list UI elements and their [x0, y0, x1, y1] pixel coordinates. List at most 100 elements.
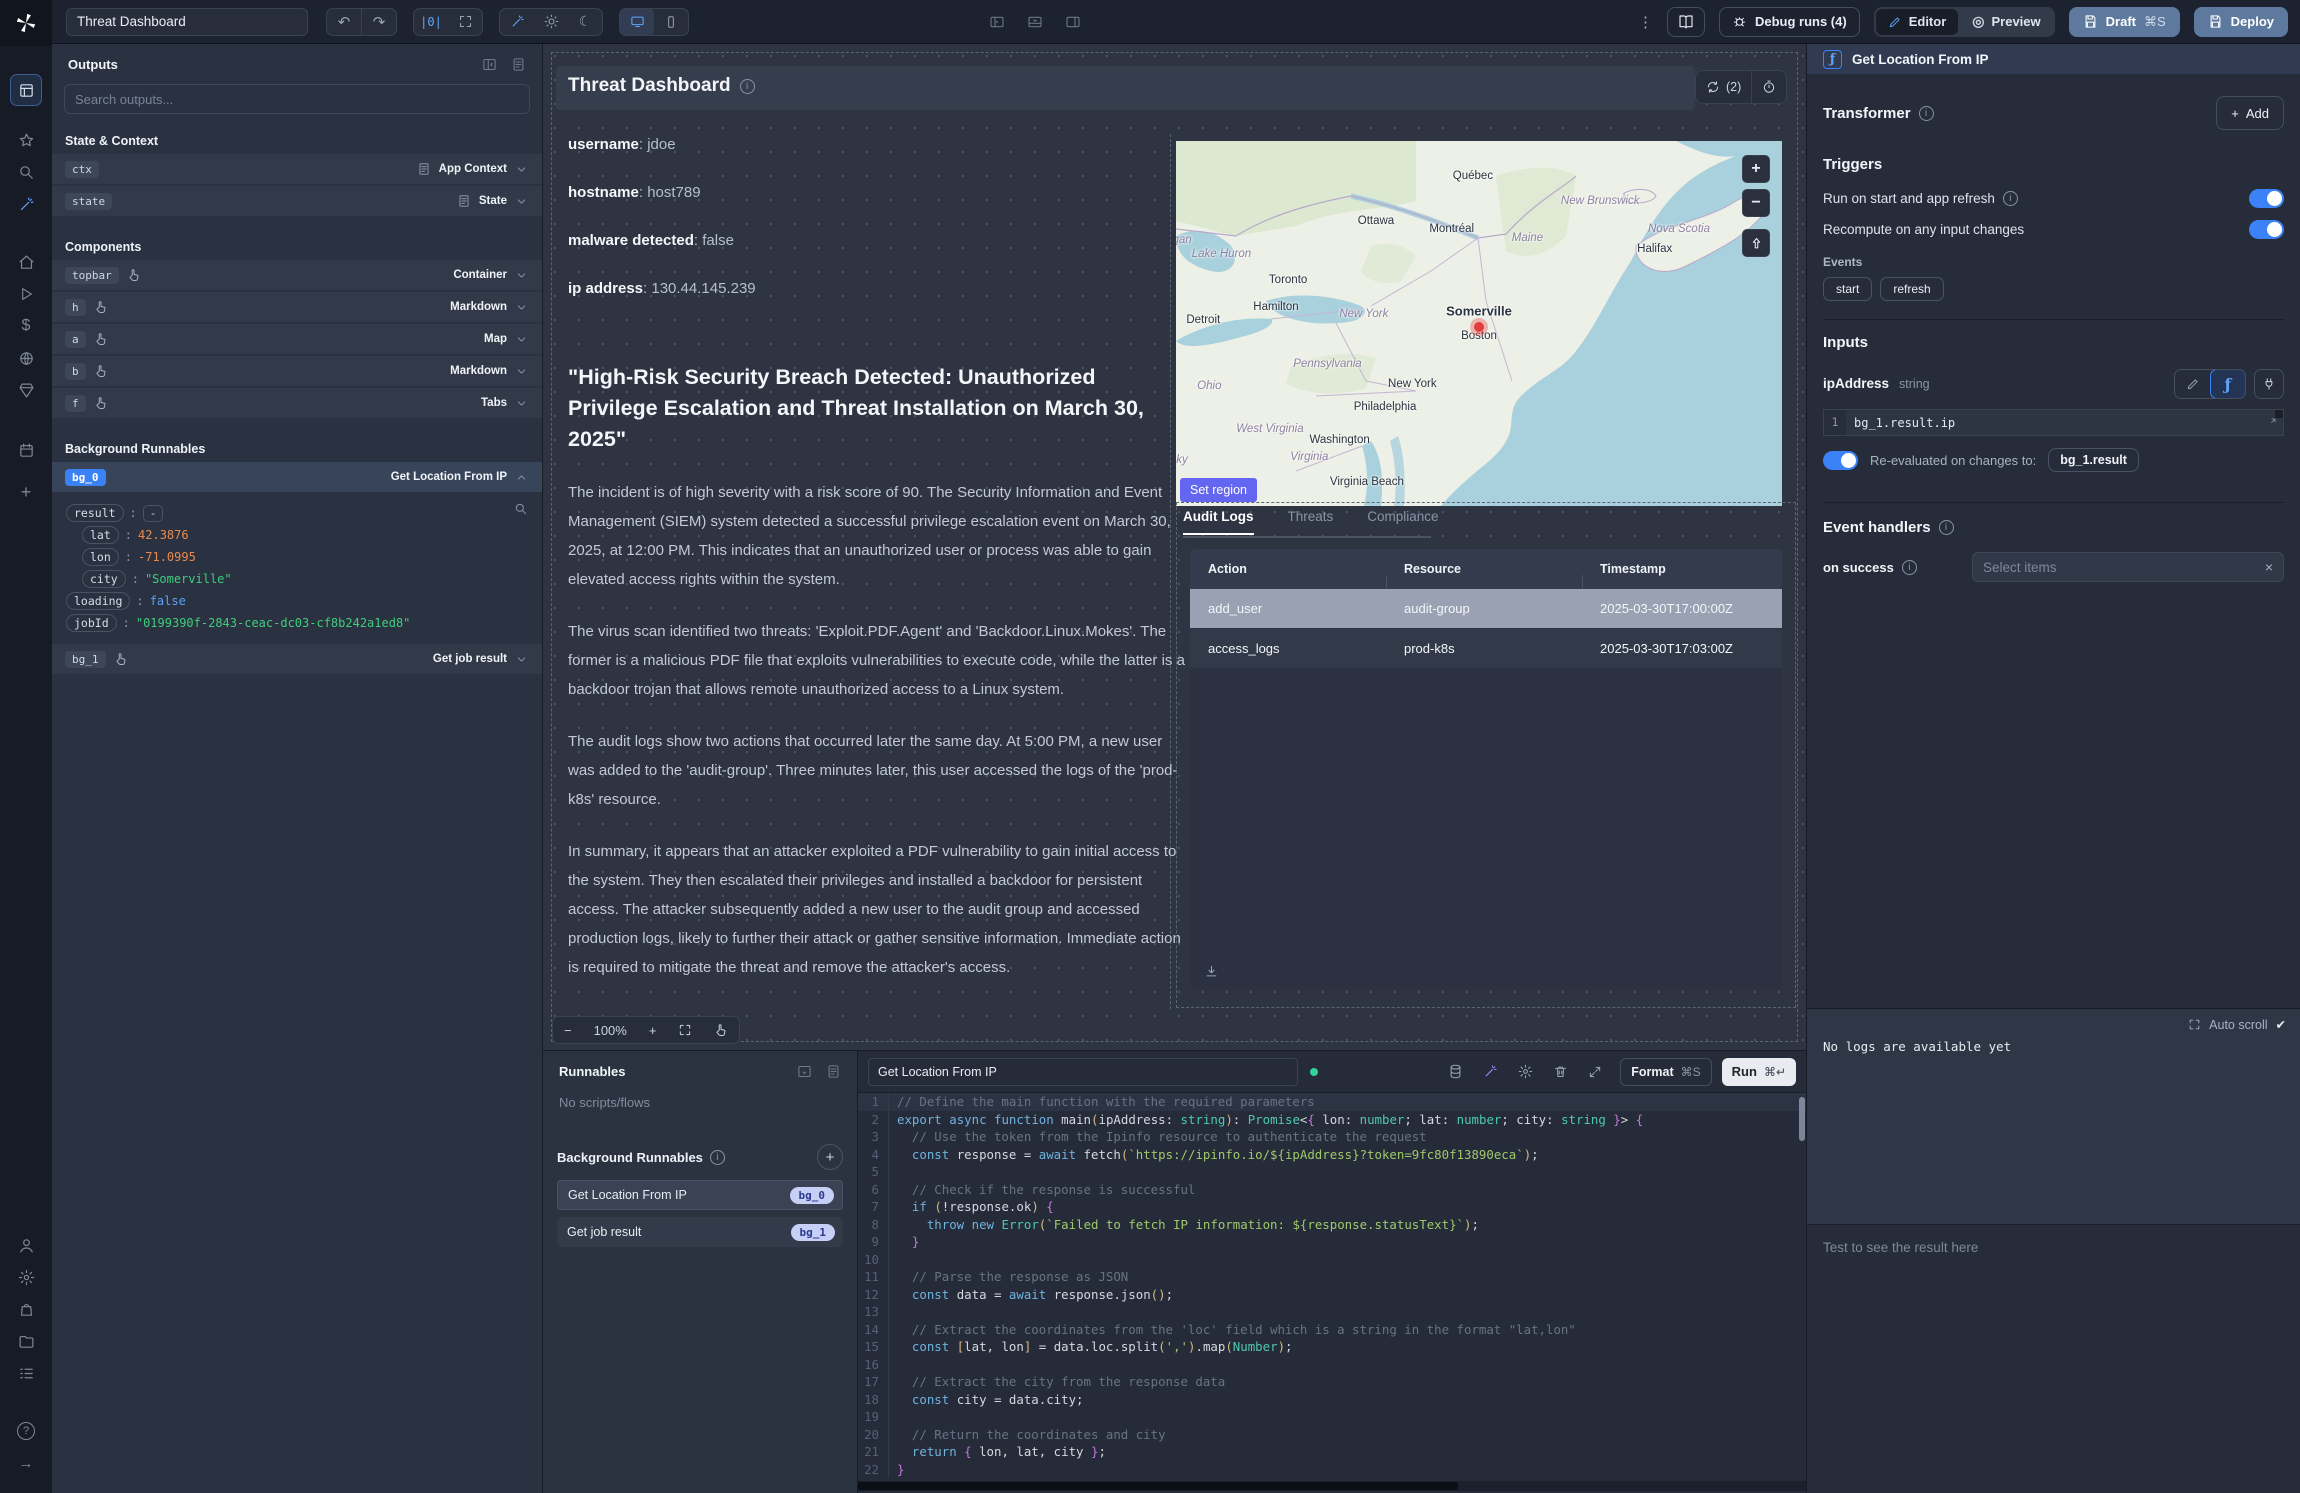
- on-success-select[interactable]: Select items ×: [1972, 552, 2284, 582]
- draft-button[interactable]: Draft⌘S: [2069, 7, 2180, 37]
- event-pill-start[interactable]: start: [1823, 277, 1872, 301]
- windmill-logo[interactable]: [0, 0, 52, 46]
- more-menu-icon[interactable]: ⋮: [1638, 13, 1653, 31]
- expand-editor-icon[interactable]: [1588, 1065, 1602, 1079]
- workers-icon[interactable]: [10, 1293, 42, 1325]
- bg0-row[interactable]: bg_0 Get Location From IP: [52, 462, 542, 492]
- json-tree-row[interactable]: result:-: [66, 502, 528, 524]
- output-row-state[interactable]: state State: [52, 186, 542, 216]
- static-input-icon[interactable]: [2175, 370, 2211, 398]
- app-title-input[interactable]: [66, 8, 308, 36]
- hide-bars-button[interactable]: |0|: [414, 8, 448, 36]
- map-component[interactable]: QuébecNew BrunswickOttawaMontréalMaineNo…: [1176, 141, 1782, 506]
- home-icon[interactable]: [10, 246, 42, 278]
- folders-icon[interactable]: [10, 1325, 42, 1357]
- fit-view-button[interactable]: [448, 8, 482, 36]
- ai-wand-icon[interactable]: [10, 188, 42, 220]
- resources-icon[interactable]: [10, 342, 42, 374]
- add-runnable-button[interactable]: +: [817, 1144, 843, 1170]
- run-on-start-toggle[interactable]: [2249, 189, 2284, 208]
- json-tree-row[interactable]: jobId:"0199390f-2843-ceac-dc03-cf8b242a1…: [66, 612, 528, 634]
- mobile-view-button[interactable]: [654, 8, 688, 36]
- cache-db-icon[interactable]: [1448, 1064, 1463, 1079]
- collapse-panel-icon[interactable]: [482, 57, 497, 72]
- undo-button[interactable]: ↶: [327, 8, 361, 36]
- app-canvas[interactable]: Threat Dashboardi (2) username: jdoehost…: [543, 44, 1806, 1050]
- schedules-icon[interactable]: [10, 374, 42, 406]
- code-line[interactable]: 1// Define the main function with the re…: [858, 1093, 1806, 1111]
- deploy-button[interactable]: Deploy: [2194, 7, 2288, 37]
- calendar-icon[interactable]: [10, 434, 42, 466]
- table-row[interactable]: add_useraudit-group2025-03-30T17:00:00Z: [1190, 589, 1782, 629]
- table-download-icon[interactable]: [1204, 964, 1219, 979]
- json-tree-row[interactable]: loading:false: [66, 590, 528, 612]
- json-tree-row[interactable]: city:"Somerville": [82, 568, 528, 590]
- runnable-name-input[interactable]: [868, 1058, 1298, 1086]
- code-line[interactable]: 12 const data = await response.json();: [858, 1286, 1806, 1304]
- output-row-b[interactable]: b Markdown: [52, 356, 542, 386]
- code-line[interactable]: 5: [858, 1163, 1806, 1181]
- tab-compliance[interactable]: Compliance: [1367, 509, 1438, 535]
- pan-hand-icon[interactable]: [703, 1017, 739, 1043]
- apps-nav-icon[interactable]: [10, 74, 42, 106]
- tab-audit-logs[interactable]: Audit Logs: [1183, 509, 1254, 535]
- code-area[interactable]: 1// Define the main function with the re…: [858, 1093, 1806, 1479]
- map-locate-button[interactable]: [1742, 229, 1770, 257]
- json-tree-row[interactable]: lon:-71.0995: [82, 546, 528, 568]
- ai-assistant-button[interactable]: [500, 8, 534, 36]
- expand-expression-icon[interactable]: [2265, 417, 2277, 429]
- markdown-fields-component[interactable]: username: jdoehostname: host789malware d…: [568, 136, 1168, 328]
- dark-theme-button[interactable]: ☾: [568, 8, 602, 36]
- column-header[interactable]: Action: [1190, 562, 1386, 576]
- ai-edit-icon[interactable]: [1483, 1064, 1498, 1079]
- map-zoom-in-button[interactable]: +: [1742, 155, 1770, 183]
- runnable-item[interactable]: Get job resultbg_1: [557, 1217, 843, 1247]
- output-row-f[interactable]: f Tabs: [52, 388, 542, 418]
- editor-tab[interactable]: Editor: [1876, 9, 1959, 35]
- editor-scrollbar[interactable]: [1799, 1097, 1805, 1141]
- desktop-view-button[interactable]: [620, 8, 654, 36]
- column-header[interactable]: Resource: [1386, 562, 1582, 576]
- tree-search-icon[interactable]: [514, 502, 528, 516]
- output-row-topbar[interactable]: topbar Container: [52, 260, 542, 290]
- json-tree-row[interactable]: lat:42.3876: [82, 524, 528, 546]
- preview-tab[interactable]: ◎ Preview: [1960, 9, 2052, 35]
- reeval-toggle[interactable]: [1823, 451, 1858, 470]
- favorites-icon[interactable]: [10, 124, 42, 156]
- user-icon[interactable]: [10, 1229, 42, 1261]
- outputs-search-input[interactable]: [75, 92, 519, 107]
- bg1-row[interactable]: bg_1 Get job result: [52, 644, 542, 674]
- code-line[interactable]: 11 // Parse the response as JSON: [858, 1268, 1806, 1286]
- tab-threats[interactable]: Threats: [1288, 509, 1334, 535]
- redo-button[interactable]: ↷: [362, 8, 396, 36]
- code-line[interactable]: 17 // Extract the city from the response…: [858, 1373, 1806, 1391]
- help-icon[interactable]: ?: [10, 1415, 42, 1447]
- search-nav-icon[interactable]: [10, 156, 42, 188]
- script-settings-icon[interactable]: [1518, 1064, 1533, 1079]
- variables-icon[interactable]: $: [10, 310, 42, 342]
- autoscroll-check-icon[interactable]: ✔: [2276, 1017, 2286, 1032]
- add-transformer-button[interactable]: +Add: [2216, 96, 2284, 130]
- collapse-rail-icon[interactable]: →: [10, 1447, 42, 1479]
- table-row[interactable]: access_logsprod-k8s2025-03-30T17:03:00Z: [1190, 629, 1782, 669]
- run-button[interactable]: Run⌘↵: [1722, 1058, 1796, 1086]
- code-line[interactable]: 14 // Extract the coordinates from the '…: [858, 1321, 1806, 1339]
- output-row-a[interactable]: a Map: [52, 324, 542, 354]
- clear-select-icon[interactable]: ×: [2265, 559, 2273, 575]
- editor-hscrollbar[interactable]: [858, 1481, 1806, 1491]
- code-line[interactable]: 19: [858, 1408, 1806, 1426]
- light-theme-button[interactable]: [534, 8, 568, 36]
- settings-gear-icon[interactable]: [10, 1261, 42, 1293]
- connect-input-icon[interactable]: [2254, 369, 2284, 399]
- eval-input-icon[interactable]: ƒ: [2210, 369, 2246, 399]
- code-line[interactable]: 6 // Check if the response is successful: [858, 1181, 1806, 1199]
- doc-icon[interactable]: [826, 1064, 841, 1079]
- code-line[interactable]: 22}: [858, 1461, 1806, 1479]
- fit-canvas-icon[interactable]: [667, 1017, 703, 1043]
- code-line[interactable]: 8 throw new Error(`Failed to fetch IP in…: [858, 1216, 1806, 1234]
- outputs-search[interactable]: [64, 84, 530, 114]
- code-line[interactable]: 13: [858, 1303, 1806, 1321]
- runs-icon[interactable]: [10, 278, 42, 310]
- toggle-bottom-panel-icon[interactable]: [1027, 14, 1043, 30]
- code-line[interactable]: 18 const city = data.city;: [858, 1391, 1806, 1409]
